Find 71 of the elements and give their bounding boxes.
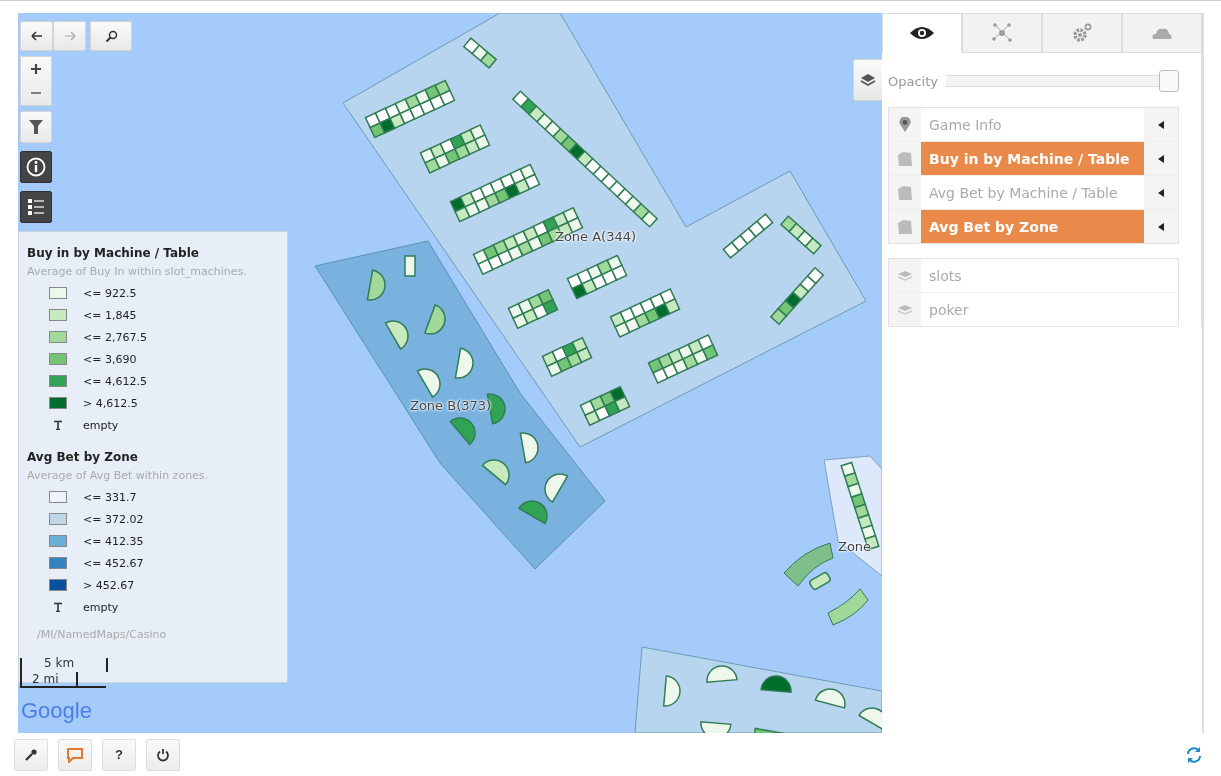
cloud-icon xyxy=(1151,26,1173,40)
speech-bubble-icon xyxy=(66,746,84,763)
legend-label: <= 3,690 xyxy=(83,352,137,366)
legend-label: empty xyxy=(83,600,119,614)
legend-title: Avg Bet by Zone xyxy=(27,450,139,464)
polygon-icon xyxy=(897,218,913,235)
legend-subtitle: Average of Buy In within slot_machines. xyxy=(27,265,248,278)
caret-icon xyxy=(1158,222,1164,231)
legend-label: <= 1,845 xyxy=(83,308,137,322)
layer-item[interactable]: Avg Bet by Zone xyxy=(921,210,1144,243)
layers-button[interactable] xyxy=(853,59,882,101)
minus-icon xyxy=(31,91,41,95)
wrench-icon xyxy=(24,747,38,762)
expand-button[interactable] xyxy=(1144,176,1178,209)
power-button[interactable] xyxy=(146,738,180,771)
map-pin-icon xyxy=(899,116,911,133)
slider-thumb[interactable] xyxy=(1159,70,1179,92)
legend-label: <= 372.02 xyxy=(83,512,144,526)
filter-button[interactable] xyxy=(20,111,52,143)
list-icon xyxy=(27,198,45,216)
refresh-button[interactable] xyxy=(1185,745,1203,764)
comment-button[interactable] xyxy=(58,738,92,771)
refresh-icon xyxy=(1185,745,1203,764)
panel-tab[interactable] xyxy=(882,13,962,53)
eye-icon xyxy=(909,25,935,41)
network-icon xyxy=(991,22,1013,44)
search-button[interactable] xyxy=(90,21,132,51)
scale-imperial-label: 2 mi xyxy=(32,672,59,686)
text-icon xyxy=(53,602,63,612)
layers-icon xyxy=(897,303,913,316)
legend-label: <= 2,767.5 xyxy=(83,330,147,344)
layers-icon xyxy=(897,269,913,282)
legend-label: empty xyxy=(83,418,119,432)
info-button[interactable] xyxy=(20,151,52,183)
legend-label: <= 922.5 xyxy=(83,286,137,300)
right-arrow-icon xyxy=(63,31,76,41)
polygon-icon xyxy=(897,184,913,201)
layer-item[interactable]: Buy in by Machine / Table xyxy=(921,142,1144,175)
legend-label: <= 412.35 xyxy=(83,534,144,548)
legend-label: <= 331.7 xyxy=(83,490,137,504)
caret-icon xyxy=(1158,120,1164,129)
caret-icon xyxy=(1158,188,1164,197)
left-arrow-icon xyxy=(30,31,43,41)
filter-icon xyxy=(28,119,44,135)
legend-button[interactable] xyxy=(20,191,52,223)
caret-icon xyxy=(1158,154,1164,163)
expand-button[interactable] xyxy=(1144,210,1178,243)
tools-button[interactable] xyxy=(14,738,48,771)
plus-icon xyxy=(31,64,41,74)
map-logo: Google xyxy=(21,698,92,724)
info-icon xyxy=(26,157,46,177)
back-button[interactable] xyxy=(20,21,53,51)
search-icon xyxy=(104,29,118,43)
polygon-icon xyxy=(897,150,913,167)
opacity-label: Opacity xyxy=(888,73,938,89)
legend-label: > 452.67 xyxy=(83,578,135,592)
legend-label: <= 452.67 xyxy=(83,556,144,570)
text-icon xyxy=(53,420,63,430)
zone-label: Zone xyxy=(838,539,872,554)
help-button[interactable]: ? xyxy=(102,738,136,771)
legend-title: Buy in by Machine / Table xyxy=(27,246,200,260)
layers-icon xyxy=(860,73,876,87)
expand-button[interactable] xyxy=(1144,108,1178,141)
gears-icon xyxy=(1071,23,1093,43)
map-path: /MI/NamedMaps/Casino xyxy=(37,628,167,641)
legend-label: <= 4,612.5 xyxy=(83,374,147,388)
legend-subtitle: Average of Avg Bet within zones. xyxy=(27,469,210,482)
expand-button[interactable] xyxy=(1144,142,1178,175)
legend-label: > 4,612.5 xyxy=(83,396,138,410)
power-icon xyxy=(156,747,170,762)
scale-metric-label: 5 km xyxy=(44,656,75,670)
